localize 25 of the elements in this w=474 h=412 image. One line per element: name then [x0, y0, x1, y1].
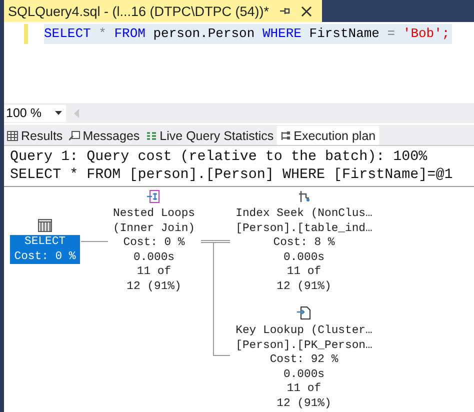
plan-node[interactable]: Index Seek (NonClus… [Person].[table_ind… Cost: 8 % 0.000s 11 of 12 (91%): [234, 207, 374, 294]
result-tab[interactable]: Results: [4, 126, 66, 145]
message-icon: [68, 130, 80, 140]
zoom-dropdown[interactable]: 100 %: [4, 104, 66, 122]
plan-node[interactable]: Key Lookup (Cluster… [Person].[PK_Person… Cost: 92 % 0.000s 11 of 12 (91%): [234, 324, 374, 411]
document-tab[interactable]: SQLQuery4.sql - (l...16 (DTPC\DTPC (54))*: [4, 0, 322, 22]
grid-icon: [7, 130, 18, 140]
connector-line: [81, 241, 108, 242]
result-tab[interactable]: Execution plan: [276, 126, 379, 145]
close-icon[interactable]: [301, 6, 312, 16]
query-text: Query 1: Query cost (relative to the batch): 100%: [10, 148, 428, 166]
result-tab[interactable]: Live Query Statistics: [142, 126, 277, 145]
dropdown-caret-icon: [55, 111, 62, 115]
plan-node[interactable]: SELECT Cost: 0 %: [10, 235, 80, 264]
index-tree-icon: [297, 190, 311, 203]
query-text: SELECT * FROM [person].[Person] WHERE [FirstName]=@1: [10, 166, 454, 184]
result-tab[interactable]: Messages: [66, 126, 143, 145]
document-title: SQLQuery4.sql - (l...16 (DTPC\DTPC (54))*: [8, 4, 270, 18]
lookup-document-icon: [297, 306, 311, 320]
plan-tree-icon: [280, 130, 291, 140]
statistics-icon: [146, 130, 157, 140]
plan-node[interactable]: Nested Loops (Inner Join) Cost: 0 % 0.000s 11 of 12 (91%): [110, 207, 198, 294]
loop-join-icon: [147, 190, 161, 203]
pin-icon[interactable]: [279, 6, 292, 16]
table-icon: [38, 219, 52, 232]
